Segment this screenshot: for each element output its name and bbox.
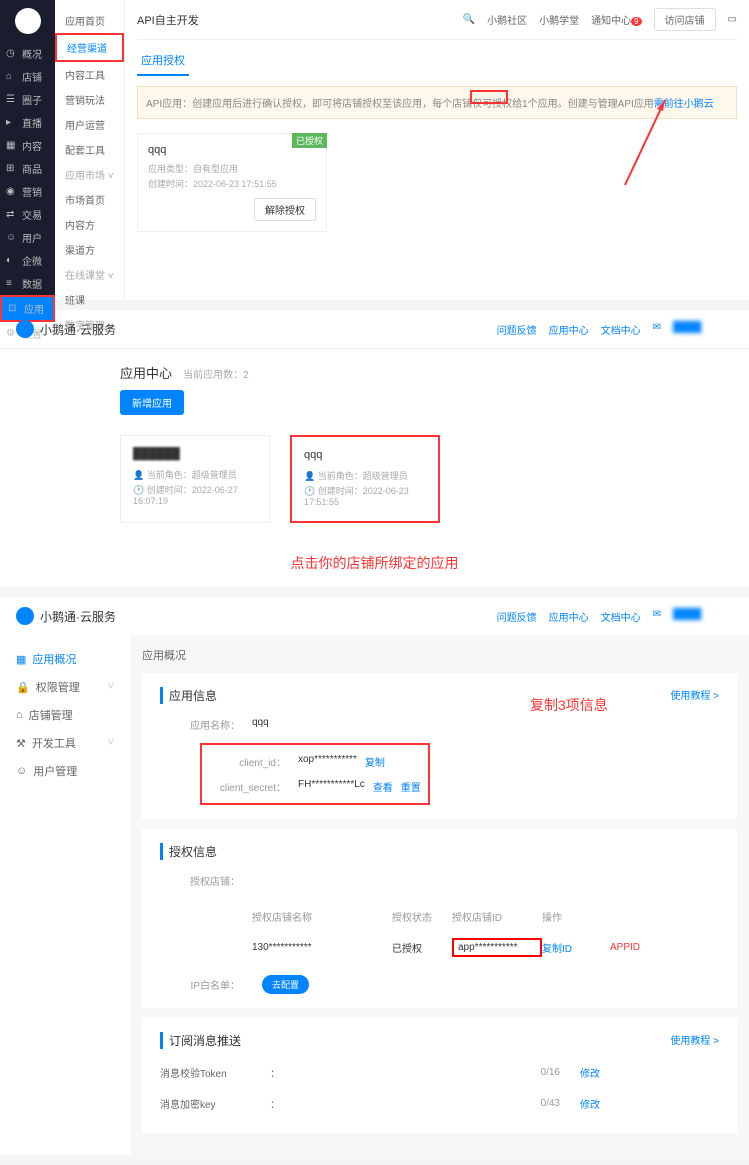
side-dev[interactable]: ⚒开发工具˅ [0,729,130,757]
copy-cid-button[interactable]: 复制 [365,754,385,769]
sidebar-item-app[interactable]: ⊡应用 [0,295,55,322]
breadcrumb: 应用概况 [142,647,737,663]
sidebar-item-data[interactable]: ≡数据 [0,272,55,295]
side-overview[interactable]: ▦应用概况 [0,645,130,673]
app-sidebar: ▦应用概况 🔒权限管理˅ ⌂店铺管理 ⚒开发工具˅ ☺用户管理 [0,635,130,1155]
sub-content-tool[interactable]: 内容工具 [55,62,124,87]
sidebar-item-shop[interactable]: ⌂店铺 [0,65,55,88]
logo-icon [15,8,41,34]
sidebar-item-goods[interactable]: ⊞商品 [0,157,55,180]
link-feedback[interactable]: 问题反馈 [497,609,537,624]
edit-key-button[interactable]: 修改 [580,1096,600,1111]
card-type: 应用类型：自有型应用 [148,162,316,175]
sidebar-item-wecom[interactable]: ◐企微 [0,249,55,272]
sub-support[interactable]: 配套工具 [55,137,124,162]
side-permission[interactable]: 🔒权限管理˅ [0,673,130,701]
sub-class[interactable]: 班课 [55,287,124,312]
notice-banner: API应用：创建应用后进行确认授权，即可将店铺授权至该应用，每个店铺仅可授权给1… [137,86,737,119]
sidebar-item-user[interactable]: ☺用户 [0,226,55,249]
sidebar-item-content[interactable]: ▦内容 [0,134,55,157]
app-main: 应用概况 应用信息 使用教程 > 应用名称：qqq client_id：xop*… [130,635,749,1155]
cloud-brand: 小鹅通·云服务 [40,608,116,625]
header-link-notify[interactable]: 通知中心9 [591,12,641,27]
tutorial-link[interactable]: 使用教程 > [670,687,719,702]
app-card-title: qqq [304,449,426,461]
sidebar-item-circle[interactable]: ☰圈子 [0,88,55,111]
section-title: 订阅消息推送 [160,1032,241,1049]
sidebar-item-marketing[interactable]: ◉营销 [0,180,55,203]
tab-auth[interactable]: 应用授权 [137,46,189,76]
link-feedback[interactable]: 问题反馈 [497,322,537,337]
section-title: 应用信息 [160,687,217,704]
sub-group-market: 应用市场 ˅ [55,162,124,187]
link-docs[interactable]: 文档中心 [601,322,641,337]
header-link-community[interactable]: 小鹅社区 [487,12,527,27]
side-user[interactable]: ☺用户管理 [0,757,130,785]
link-app-center[interactable]: 应用中心 [549,609,589,624]
avatar[interactable]: ████ [673,322,733,337]
sub-user-op[interactable]: 用户运营 [55,112,124,137]
app-card-title: ██████ [133,448,257,460]
sub-sidebar: 应用首页 经营渠道 内容工具 营销玩法 用户运营 配套工具 应用市场 ˅ 市场首… [55,0,125,300]
sub-marketing[interactable]: 营销玩法 [55,87,124,112]
sidebar-item-live[interactable]: ▸直播 [0,111,55,134]
sub-channel-side[interactable]: 渠道方 [55,237,124,262]
annotation-text: 点击你的店铺所绑定的应用 [120,553,629,573]
revoke-button[interactable]: 解除授权 [254,198,316,221]
appid-annotation: APPID [610,942,640,953]
table-row: 130*********** 已授权 app*********** 复制ID A… [252,930,719,965]
credentials-highlight: client_id：xop***********复制 client_secret… [200,743,430,805]
link-app-center[interactable]: 应用中心 [549,322,589,337]
mail-icon[interactable]: ✉ [653,322,661,337]
add-app-button[interactable]: 新增应用 [120,390,184,415]
sub-group-class: 在线课堂 ˅ [55,262,124,287]
app-card-2[interactable]: qqq 👤 当前角色：超级管理员 🕐 创建时间：2022-06-23 17:51… [290,435,440,523]
sub-channel[interactable]: 经营渠道 [55,33,124,62]
header-link-school[interactable]: 小鹅学堂 [539,12,579,27]
avatar[interactable]: ████ [673,609,733,624]
app-card[interactable]: 已授权 qqq 应用类型：自有型应用 创建时间：2022-06-23 17:51… [137,133,327,232]
cloud-logo-icon [16,607,34,625]
side-shop[interactable]: ⌂店铺管理 [0,701,130,729]
sidebar-item-overview[interactable]: ◷概况 [0,42,55,65]
card-time: 创建时间：2022-06-23 17:51:55 [148,177,316,190]
table-header: 授权店铺名称 授权状态 授权店铺ID 操作 [252,903,719,930]
card-title: qqq [148,144,316,156]
avatar[interactable]: ▭ [728,14,737,25]
app-center-title: 应用中心 [120,363,172,382]
tutorial-link[interactable]: 使用教程 > [670,1032,719,1047]
highlight-box [470,90,508,104]
appid-highlight: app*********** [452,938,542,957]
app-card-1[interactable]: ██████ 👤 当前角色：超级管理员 🕐 创建时间：2022-06-27 16… [120,435,270,523]
main-content: API自主开发 🔍 小鹅社区 小鹅学堂 通知中心9 访问店铺 ▭ 应用授权 AP… [125,0,749,300]
main-sidebar: ◷概况 ⌂店铺 ☰圈子 ▸直播 ▦内容 ⊞商品 ◉营销 ⇄交易 ☺用户 ◐企微 … [0,0,55,300]
view-cs-button[interactable]: 查看 [373,779,393,794]
edit-token-button[interactable]: 修改 [580,1065,600,1080]
cloud-logo-icon [16,320,34,338]
reset-cs-button[interactable]: 重置 [401,779,421,794]
section-subscribe: 订阅消息推送 使用教程 > 消息校验Token： 0/16 修改 消息加密key… [142,1018,737,1133]
visit-shop-button[interactable]: 访问店铺 [654,8,716,31]
section-auth-info: 授权信息 授权店铺： 授权店铺名称 授权状态 授权店铺ID 操作 130****… [142,829,737,1008]
annotation-copy: 复制3项信息 [530,695,608,715]
notice-link[interactable]: 需前往小鹅云 [654,99,714,110]
cloud-header-2: 小鹅通·云服务 问题反馈 应用中心 文档中心 ✉ ████ [0,597,749,635]
config-ip-button[interactable]: 去配置 [262,975,309,994]
page-header: API自主开发 🔍 小鹅社区 小鹅学堂 通知中心9 访问店铺 ▭ [137,0,737,40]
cloud-brand: 小鹅通·云服务 [40,321,116,338]
sub-content-side[interactable]: 内容方 [55,212,124,237]
sub-app-home[interactable]: 应用首页 [55,8,124,33]
sidebar-item-trade[interactable]: ⇄交易 [0,203,55,226]
copy-id-button[interactable]: 复制ID [542,940,602,955]
section-app-info: 应用信息 使用教程 > 应用名称：qqq client_id：xop******… [142,673,737,819]
status-badge: 已授权 [292,133,327,148]
sub-market-home[interactable]: 市场首页 [55,187,124,212]
section-title: 授权信息 [160,843,217,860]
page-title: API自主开发 [137,12,199,28]
link-docs[interactable]: 文档中心 [601,609,641,624]
app-count: 当前应用数：2 [183,370,249,381]
search-icon[interactable]: 🔍 [463,14,475,25]
mail-icon[interactable]: ✉ [653,609,661,624]
